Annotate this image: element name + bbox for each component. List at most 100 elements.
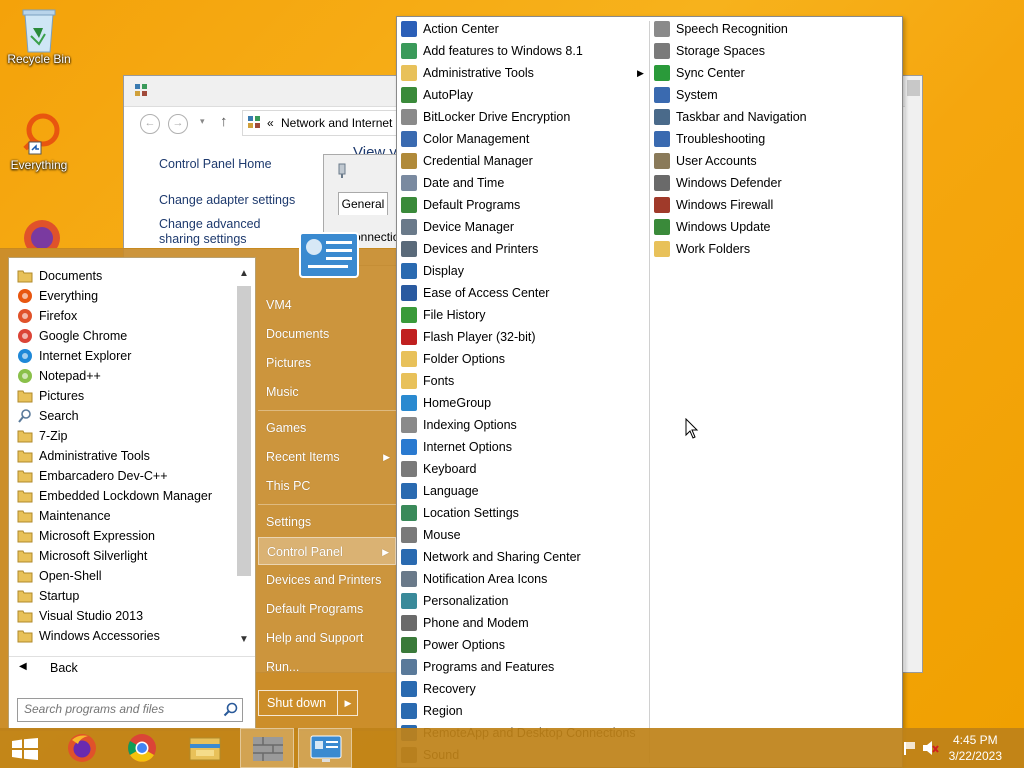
cp-item-fonts[interactable]: Fonts (401, 370, 454, 392)
control-panel-home-link[interactable]: Control Panel Home (159, 157, 272, 171)
desktop-icon-recycle-bin[interactable]: Recycle Bin (3, 6, 75, 66)
program-item-microsoft-expression[interactable]: Microsoft Expression (17, 526, 155, 546)
cp-item-date-and-time[interactable]: Date and Time (401, 172, 504, 194)
cp-item-credential-manager[interactable]: Credential Manager (401, 150, 533, 172)
cp-item-notification-area-icons[interactable]: Notification Area Icons (401, 568, 547, 590)
cp-item-display[interactable]: Display (401, 260, 464, 282)
program-item-embedded-lockdown-manager[interactable]: Embedded Lockdown Manager (17, 486, 212, 506)
program-item-documents[interactable]: Documents (17, 266, 102, 286)
cp-item-default-programs[interactable]: Default Programs (401, 194, 520, 216)
scroll-thumb[interactable] (237, 286, 251, 576)
program-item-administrative-tools[interactable]: Administrative Tools (17, 446, 150, 466)
program-item-notepad[interactable]: Notepad++ (17, 366, 101, 386)
scroll-up-icon[interactable]: ▲ (235, 266, 253, 282)
cp-item-user-accounts[interactable]: User Accounts (654, 150, 757, 172)
cp-item-sync-center[interactable]: Sync Center (654, 62, 745, 84)
cp-item-keyboard[interactable]: Keyboard (401, 458, 477, 480)
cp-item-add-features-to-windows-8-1[interactable]: Add features to Windows 8.1 (401, 40, 583, 62)
cp-item-flash-player[interactable]: Flash Player (32-bit) (401, 326, 536, 348)
cp-item-color-management[interactable]: Color Management (401, 128, 529, 150)
change-advanced-sharing-link[interactable]: Change advanced sharing settings (159, 217, 304, 247)
cp-item-power-options[interactable]: Power Options (401, 634, 505, 656)
cp-item-homegroup[interactable]: HomeGroup (401, 392, 491, 414)
cp-item-windows-update[interactable]: Windows Update (654, 216, 771, 238)
clock[interactable]: 4:45 PM 3/22/2023 (949, 732, 1002, 764)
cp-item-indexing-options[interactable]: Indexing Options (401, 414, 517, 436)
cp-item-windows-firewall[interactable]: Windows Firewall (654, 194, 773, 216)
start-control-panel[interactable]: Control Panel ▶ (258, 537, 396, 565)
program-item-open-shell[interactable]: Open-Shell (17, 566, 102, 586)
program-item-internet-explorer[interactable]: Internet Explorer (17, 346, 131, 366)
cp-item-folder-options[interactable]: Folder Options (401, 348, 505, 370)
cp-item-mouse[interactable]: Mouse (401, 524, 461, 546)
tray-flag-icon[interactable] (903, 740, 917, 759)
chrome-taskbar-button[interactable] (116, 728, 170, 768)
program-item-search[interactable]: Search (17, 406, 79, 426)
start-pictures[interactable]: Pictures (258, 349, 396, 377)
back-arrow-icon[interactable]: ← (140, 114, 160, 134)
cp-item-ease-of-access-center[interactable]: Ease of Access Center (401, 282, 549, 304)
cp-item-speech-recognition[interactable]: Speech Recognition (654, 18, 788, 40)
cp-item-personalization[interactable]: Personalization (401, 590, 508, 612)
cp-item-work-folders[interactable]: Work Folders (654, 238, 750, 260)
change-adapter-settings-link[interactable]: Change adapter settings (159, 193, 295, 207)
scroll-down-icon[interactable]: ▼ (235, 632, 253, 648)
program-item-embarcadero-dev-c[interactable]: Embarcadero Dev-C++ (17, 466, 168, 486)
start-documents[interactable]: Documents (258, 320, 396, 348)
cp-item-device-manager[interactable]: Device Manager (401, 216, 514, 238)
program-item-microsoft-silverlight[interactable]: Microsoft Silverlight (17, 546, 147, 566)
user-picture[interactable] (298, 231, 360, 283)
start-user-vm4[interactable]: VM4 (258, 291, 396, 319)
cp-item-devices-and-printers[interactable]: Devices and Printers (401, 238, 538, 260)
cp-item-programs-and-features[interactable]: Programs and Features (401, 656, 554, 678)
cp-item-troubleshooting[interactable]: Troubleshooting (654, 128, 765, 150)
recent-dropdown-icon[interactable]: ▾ (200, 116, 205, 127)
shutdown-options-arrow-icon[interactable]: ▶ (337, 691, 358, 715)
start-settings[interactable]: Settings (258, 508, 396, 536)
cp-item-region[interactable]: Region (401, 700, 463, 722)
program-item-7-zip[interactable]: 7-Zip (17, 426, 67, 446)
shutdown-button[interactable]: Shut down ▶ (258, 690, 358, 716)
cp-item-taskbar-and-navigation[interactable]: Taskbar and Navigation (654, 106, 807, 128)
cp-item-administrative-tools[interactable]: Administrative Tools ▶ (401, 62, 644, 84)
forward-arrow-icon[interactable]: → (168, 114, 188, 134)
program-item-google-chrome[interactable]: Google Chrome (17, 326, 127, 346)
tab-general[interactable]: General (338, 192, 388, 215)
start-music[interactable]: Music (258, 378, 396, 406)
program-item-maintenance[interactable]: Maintenance (17, 506, 111, 526)
program-item-everything[interactable]: Everything (17, 286, 98, 306)
cp-item-action-center[interactable]: Action Center (401, 18, 499, 40)
file-explorer-taskbar-button[interactable] (178, 728, 232, 768)
cp-item-location-settings[interactable]: Location Settings (401, 502, 519, 524)
cp-item-system[interactable]: System (654, 84, 718, 106)
start-games[interactable]: Games (258, 414, 396, 442)
search-input[interactable] (18, 699, 214, 719)
cp-item-bitlocker-drive-encryption[interactable]: BitLocker Drive Encryption (401, 106, 570, 128)
start-help-support[interactable]: Help and Support (258, 624, 396, 652)
up-arrow-icon[interactable]: ↑ (220, 113, 228, 130)
program-item-visual-studio-2013[interactable]: Visual Studio 2013 (17, 606, 143, 626)
window-scrollbar[interactable] (905, 76, 922, 672)
cp-item-storage-spaces[interactable]: Storage Spaces (654, 40, 765, 62)
control-panel-taskbar-button[interactable] (298, 728, 352, 768)
search-box[interactable] (17, 698, 243, 722)
cp-item-windows-defender[interactable]: Windows Defender (654, 172, 782, 194)
cp-item-internet-options[interactable]: Internet Options (401, 436, 512, 458)
search-icon[interactable] (223, 702, 238, 717)
program-list-scrollbar[interactable]: ▲ ▼ (235, 266, 253, 646)
volume-muted-icon[interactable] (922, 740, 940, 759)
cp-item-language[interactable]: Language (401, 480, 479, 502)
program-item-startup[interactable]: Startup (17, 586, 79, 606)
firewall-taskbar-button[interactable] (240, 728, 294, 768)
firefox-desktop-icon-partial[interactable] (20, 212, 64, 256)
start-this-pc[interactable]: This PC (258, 472, 396, 500)
cp-item-file-history[interactable]: File History (401, 304, 486, 326)
back-button[interactable]: ◀ Back (9, 656, 255, 679)
program-item-pictures[interactable]: Pictures (17, 386, 84, 406)
start-run[interactable]: Run... (258, 653, 396, 681)
cp-item-recovery[interactable]: Recovery (401, 678, 476, 700)
start-recent-items[interactable]: Recent Items ▶ (258, 443, 396, 471)
start-default-programs[interactable]: Default Programs (258, 595, 396, 623)
start-button[interactable] (0, 728, 54, 768)
firefox-taskbar-button[interactable] (54, 728, 108, 768)
